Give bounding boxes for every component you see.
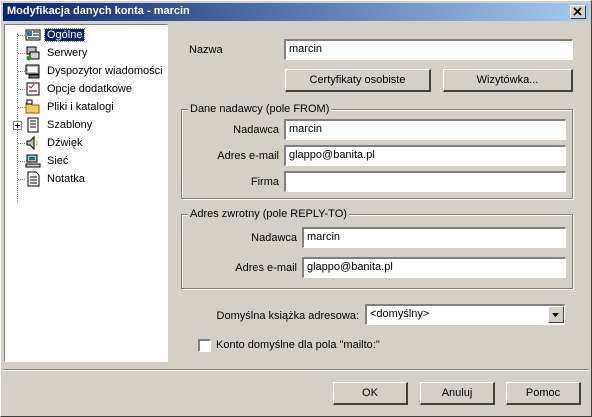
from-sender-label: Nadawca bbox=[233, 124, 279, 136]
dispatcher-icon bbox=[25, 64, 40, 79]
tree-item-ogolne[interactable]: Ogólne bbox=[25, 27, 86, 43]
settings-tree[interactable]: Ogólne Serwery Dyspozytor wiadomości Opc… bbox=[4, 24, 168, 362]
tree-item-notatka[interactable]: Notatka bbox=[25, 171, 87, 187]
reply-sender-label: Nadawca bbox=[251, 232, 297, 244]
name-label: Nazwa bbox=[189, 44, 223, 56]
addressbook-select[interactable]: <domyślny> bbox=[365, 304, 565, 325]
ok-button[interactable]: OK bbox=[333, 382, 408, 405]
tree-item-label: Pliki i katalogi bbox=[47, 101, 114, 113]
addressbook-label: Domyślna książka adresowa: bbox=[216, 310, 359, 322]
window-title: Modyfikacja danych konta - marcin bbox=[7, 5, 190, 17]
from-email-label: Adres e-mail bbox=[217, 150, 279, 162]
cancel-button[interactable]: Anuluj bbox=[420, 382, 495, 405]
tree-item-label: Opcje dodatkowe bbox=[47, 83, 132, 95]
dialog-window: Modyfikacja danych konta - marcin Ogólne bbox=[0, 0, 592, 417]
templates-icon bbox=[27, 117, 39, 133]
mailto-label: Konto domyślne dla pola "mailto:" bbox=[216, 339, 380, 351]
tree-item-pliki[interactable]: Pliki i katalogi bbox=[25, 99, 116, 115]
tree-item-label: Serwery bbox=[47, 47, 88, 59]
from-company-input[interactable] bbox=[284, 171, 566, 192]
from-sender-input[interactable]: marcin bbox=[284, 119, 566, 140]
mailto-checkbox[interactable] bbox=[198, 339, 211, 352]
from-email-input[interactable]: glappo@banita.pl bbox=[284, 145, 566, 166]
title-bar[interactable]: Modyfikacja danych konta - marcin bbox=[3, 3, 589, 21]
tree-item-serwery[interactable]: Serwery bbox=[25, 45, 89, 61]
tree-item-label: Sieć bbox=[47, 155, 69, 167]
close-button[interactable] bbox=[570, 5, 586, 19]
dropdown-button[interactable] bbox=[548, 306, 564, 323]
certificates-button[interactable]: Certyfikaty osobiste bbox=[285, 69, 431, 92]
vcard-button[interactable]: Wizytówka... bbox=[443, 69, 573, 92]
expand-toggle[interactable] bbox=[13, 121, 22, 130]
help-button[interactable]: Pomoc bbox=[506, 382, 581, 405]
tree-item-dzwiek[interactable]: Dźwięk bbox=[25, 135, 84, 151]
tree-item-szablony[interactable]: Szablony bbox=[25, 117, 94, 133]
tree-item-label: Notatka bbox=[47, 173, 85, 185]
from-group-title: Dane nadawcy (pole FROM) bbox=[188, 103, 332, 115]
addressbook-value: <domyślny> bbox=[370, 308, 430, 320]
tree-item-dyspozytor[interactable]: Dyspozytor wiadomości bbox=[25, 63, 165, 79]
from-company-label: Firma bbox=[250, 176, 279, 188]
options-icon bbox=[26, 82, 40, 96]
close-icon bbox=[573, 7, 582, 16]
servers-icon bbox=[26, 46, 40, 61]
reply-email-label: Adres e-mail bbox=[235, 262, 297, 274]
note-icon bbox=[27, 171, 40, 187]
reply-sender-input[interactable]: marcin bbox=[302, 227, 566, 248]
name-input[interactable]: marcin bbox=[284, 39, 573, 60]
general-card-icon bbox=[25, 29, 41, 41]
reply-email-input[interactable]: glappo@banita.pl bbox=[302, 257, 566, 278]
folders-icon bbox=[25, 99, 40, 114]
tree-item-label: Dyspozytor wiadomości bbox=[47, 65, 163, 77]
network-icon bbox=[25, 154, 41, 168]
tree-item-label: Szablony bbox=[47, 119, 93, 131]
tree-item-label: Dźwięk bbox=[47, 137, 83, 149]
tree-item-siec[interactable]: Sieć bbox=[25, 153, 70, 169]
tree-item-opcje[interactable]: Opcje dodatkowe bbox=[25, 81, 134, 97]
tree-item-label: Ogólne bbox=[43, 28, 86, 42]
plus-icon bbox=[15, 123, 20, 128]
chevron-down-icon bbox=[552, 313, 559, 317]
reply-group-title: Adres zwrotny (pole REPLY-TO) bbox=[188, 208, 349, 220]
speaker-icon bbox=[26, 135, 38, 151]
